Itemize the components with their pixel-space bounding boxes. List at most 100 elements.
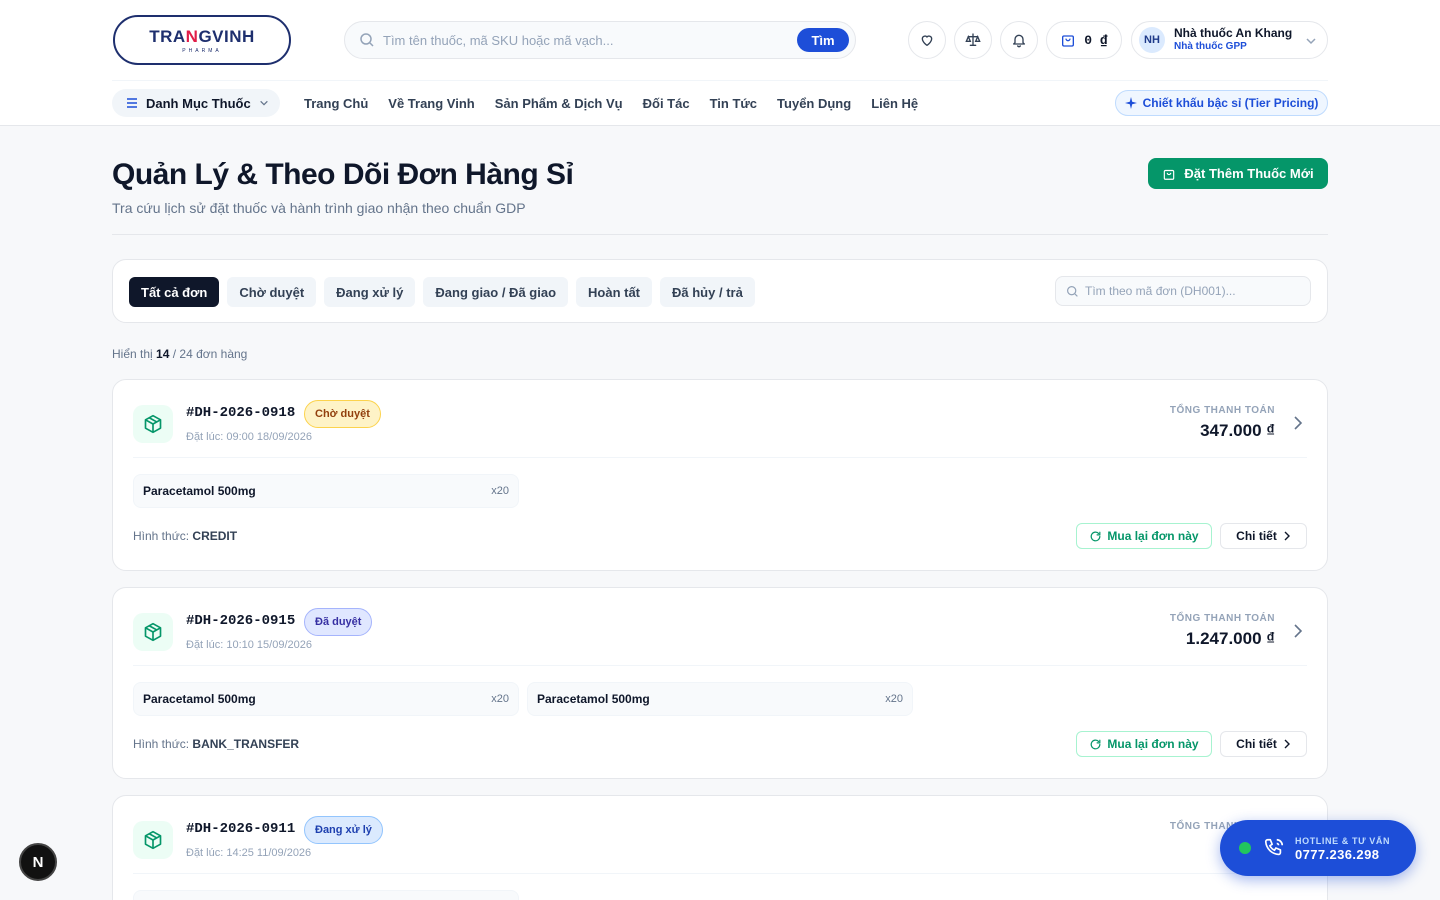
tab-completed[interactable]: Hoàn tất xyxy=(576,277,653,307)
status-badge: Chờ duyệt xyxy=(304,400,381,428)
search-icon xyxy=(1067,285,1078,297)
package-icon-box xyxy=(133,613,173,651)
order-search-input[interactable] xyxy=(1085,284,1285,298)
total-label: TỔNG THANH TOÁN xyxy=(1169,613,1275,624)
result-count: Hiển thị 14 / 24 đơn hàng xyxy=(112,347,247,361)
tier-pricing-button[interactable]: Chiết khấu bậc sỉ (Tier Pricing) xyxy=(1115,90,1328,116)
heart-icon xyxy=(921,35,933,46)
chevron-right-icon xyxy=(1284,739,1290,749)
item-quantity: x20 xyxy=(885,693,903,705)
wishlist-button[interactable] xyxy=(908,21,946,59)
nav-link-about[interactable]: Về Trang Vinh xyxy=(388,96,474,111)
nav-link-partners[interactable]: Đối Tác xyxy=(643,96,690,111)
page-title: Quản Lý & Theo Dõi Đơn Hàng Sỉ xyxy=(112,158,574,191)
status-tabs: Tất cả đơn Chờ duyệt Đang xử lý Đang gia… xyxy=(129,277,755,307)
online-indicator xyxy=(1239,842,1251,854)
chevron-right-icon xyxy=(1284,531,1290,541)
order-time: Đặt lúc: 14:25 11/09/2026 xyxy=(186,847,312,859)
status-badge: Đã duyệt xyxy=(304,608,373,636)
order-search-bar xyxy=(1055,276,1311,306)
category-menu-button[interactable]: Danh Mục Thuốc xyxy=(112,89,280,117)
account-name: Nhà thuốc An Khang xyxy=(1174,26,1293,40)
result-count-prefix: Hiển thị xyxy=(112,347,153,361)
order-total: 347.000 ₫ xyxy=(1200,421,1275,440)
site-header: TRANGVINH PHARMA Tìm 0 ₫ NH Nhà thuốc An… xyxy=(0,0,1440,126)
dev-tools-badge[interactable]: N xyxy=(19,843,57,881)
hotline-button[interactable]: HOTLINE & TƯ VẤN 0777.236.298 xyxy=(1220,820,1416,876)
category-menu-label: Danh Mục Thuốc xyxy=(146,95,251,111)
detail-button[interactable]: Chi tiết xyxy=(1220,523,1307,549)
item-name: Paracetamol 500mg xyxy=(143,484,256,498)
tab-cancelled[interactable]: Đã hủy / trả xyxy=(660,277,755,307)
order-time: Đặt lúc: 10:10 15/09/2026 xyxy=(186,639,312,651)
search-button[interactable]: Tìm xyxy=(797,28,849,52)
search-icon xyxy=(360,33,374,47)
nav-link-careers[interactable]: Tuyển Dụng xyxy=(777,96,851,111)
detail-button[interactable]: Chi tiết xyxy=(1220,731,1307,757)
total-label: TỔNG THANH TOÁN xyxy=(1169,405,1275,416)
chevron-right-icon[interactable] xyxy=(1291,415,1305,431)
order-card[interactable]: #DH-2026-0918 Chờ duyệt Đặt lúc: 09:00 1… xyxy=(112,379,1328,571)
package-icon xyxy=(144,622,162,642)
brand-logo[interactable]: TRANGVINH PHARMA xyxy=(113,15,291,65)
order-id[interactable]: #DH-2026-0918 xyxy=(186,405,295,421)
bell-icon xyxy=(1013,34,1025,48)
detail-label: Chi tiết xyxy=(1236,737,1277,751)
nav-divider xyxy=(112,80,1328,81)
scale-icon xyxy=(965,33,981,46)
nav-link-products[interactable]: Sản Phẩm & Dịch Vụ xyxy=(495,96,623,111)
nav-link-home[interactable]: Trang Chủ xyxy=(304,96,368,111)
payment-value: BANK_TRANSFER xyxy=(192,737,300,751)
order-total: 1.247.000 ₫ xyxy=(1185,629,1275,648)
result-count-total: 24 đơn hàng xyxy=(179,347,248,361)
payment-label: Hình thức: xyxy=(133,529,190,543)
order-time: Đặt lúc: 09:00 18/09/2026 xyxy=(186,431,312,443)
order-id[interactable]: #DH-2026-0911 xyxy=(186,821,295,837)
product-search-input[interactable] xyxy=(383,32,797,48)
title-divider xyxy=(112,234,1328,235)
cart-total: 0 ₫ xyxy=(1084,32,1108,48)
card-divider xyxy=(133,873,1307,874)
cart-button[interactable]: 0 ₫ xyxy=(1046,21,1122,59)
avatar: NH xyxy=(1139,27,1165,53)
logo-wordmark: TRANGVINH xyxy=(149,26,255,46)
nav-link-news[interactable]: Tin Tức xyxy=(710,96,757,111)
page-subtitle: Tra cứu lịch sử đặt thuốc và hành trình … xyxy=(112,200,526,216)
tab-shipping[interactable]: Đang giao / Đã giao xyxy=(423,277,569,307)
order-id[interactable]: #DH-2026-0915 xyxy=(186,613,295,629)
compare-button[interactable] xyxy=(954,21,992,59)
rebuy-button[interactable]: Mua lại đơn này xyxy=(1076,731,1212,757)
menu-icon xyxy=(127,98,137,108)
item-quantity: x20 xyxy=(491,693,509,705)
account-menu[interactable]: NH Nhà thuốc An Khang Nhà thuốc GPP xyxy=(1131,21,1328,59)
card-divider xyxy=(133,457,1307,458)
detail-label: Chi tiết xyxy=(1236,529,1277,543)
order-item: Paracetamol 500mg x20 xyxy=(133,682,519,716)
tier-pricing-label: Chiết khấu bậc sỉ (Tier Pricing) xyxy=(1142,96,1319,110)
shopping-bag-icon xyxy=(1062,35,1075,47)
tab-all[interactable]: Tất cả đơn xyxy=(129,277,220,307)
result-count-separator: / xyxy=(172,347,177,361)
chevron-down-icon xyxy=(1306,38,1316,45)
shopping-bag-icon xyxy=(1164,169,1175,180)
rebuy-button[interactable]: Mua lại đơn này xyxy=(1076,523,1212,549)
rebuy-label: Mua lại đơn này xyxy=(1107,529,1199,543)
item-name: Paracetamol 500mg xyxy=(537,692,650,706)
package-icon xyxy=(144,830,162,850)
notifications-button[interactable] xyxy=(1000,21,1038,59)
order-filter-bar: Tất cả đơn Chờ duyệt Đang xử lý Đang gia… xyxy=(112,259,1328,323)
item-quantity: x20 xyxy=(491,485,509,497)
tab-processing[interactable]: Đang xử lý xyxy=(324,277,416,307)
nav-link-contact[interactable]: Liên Hệ xyxy=(871,96,918,111)
chevron-right-icon[interactable] xyxy=(1291,623,1305,639)
result-count-shown: 14 xyxy=(156,347,170,361)
new-order-label: Đặt Thêm Thuốc Mới xyxy=(1184,166,1314,181)
order-card[interactable]: #DH-2026-0915 Đã duyệt Đặt lúc: 10:10 15… xyxy=(112,587,1328,779)
account-role: Nhà thuốc GPP xyxy=(1174,41,1247,52)
order-item xyxy=(133,890,519,900)
order-card[interactable]: #DH-2026-0911 Đang xử lý Đặt lúc: 14:25 … xyxy=(112,795,1328,900)
new-order-button[interactable]: Đặt Thêm Thuốc Mới xyxy=(1148,158,1328,189)
payment-value: CREDIT xyxy=(192,529,238,543)
payment-method: Hình thức: BANK_TRANSFER xyxy=(133,737,299,751)
tab-pending[interactable]: Chờ duyệt xyxy=(227,277,317,307)
